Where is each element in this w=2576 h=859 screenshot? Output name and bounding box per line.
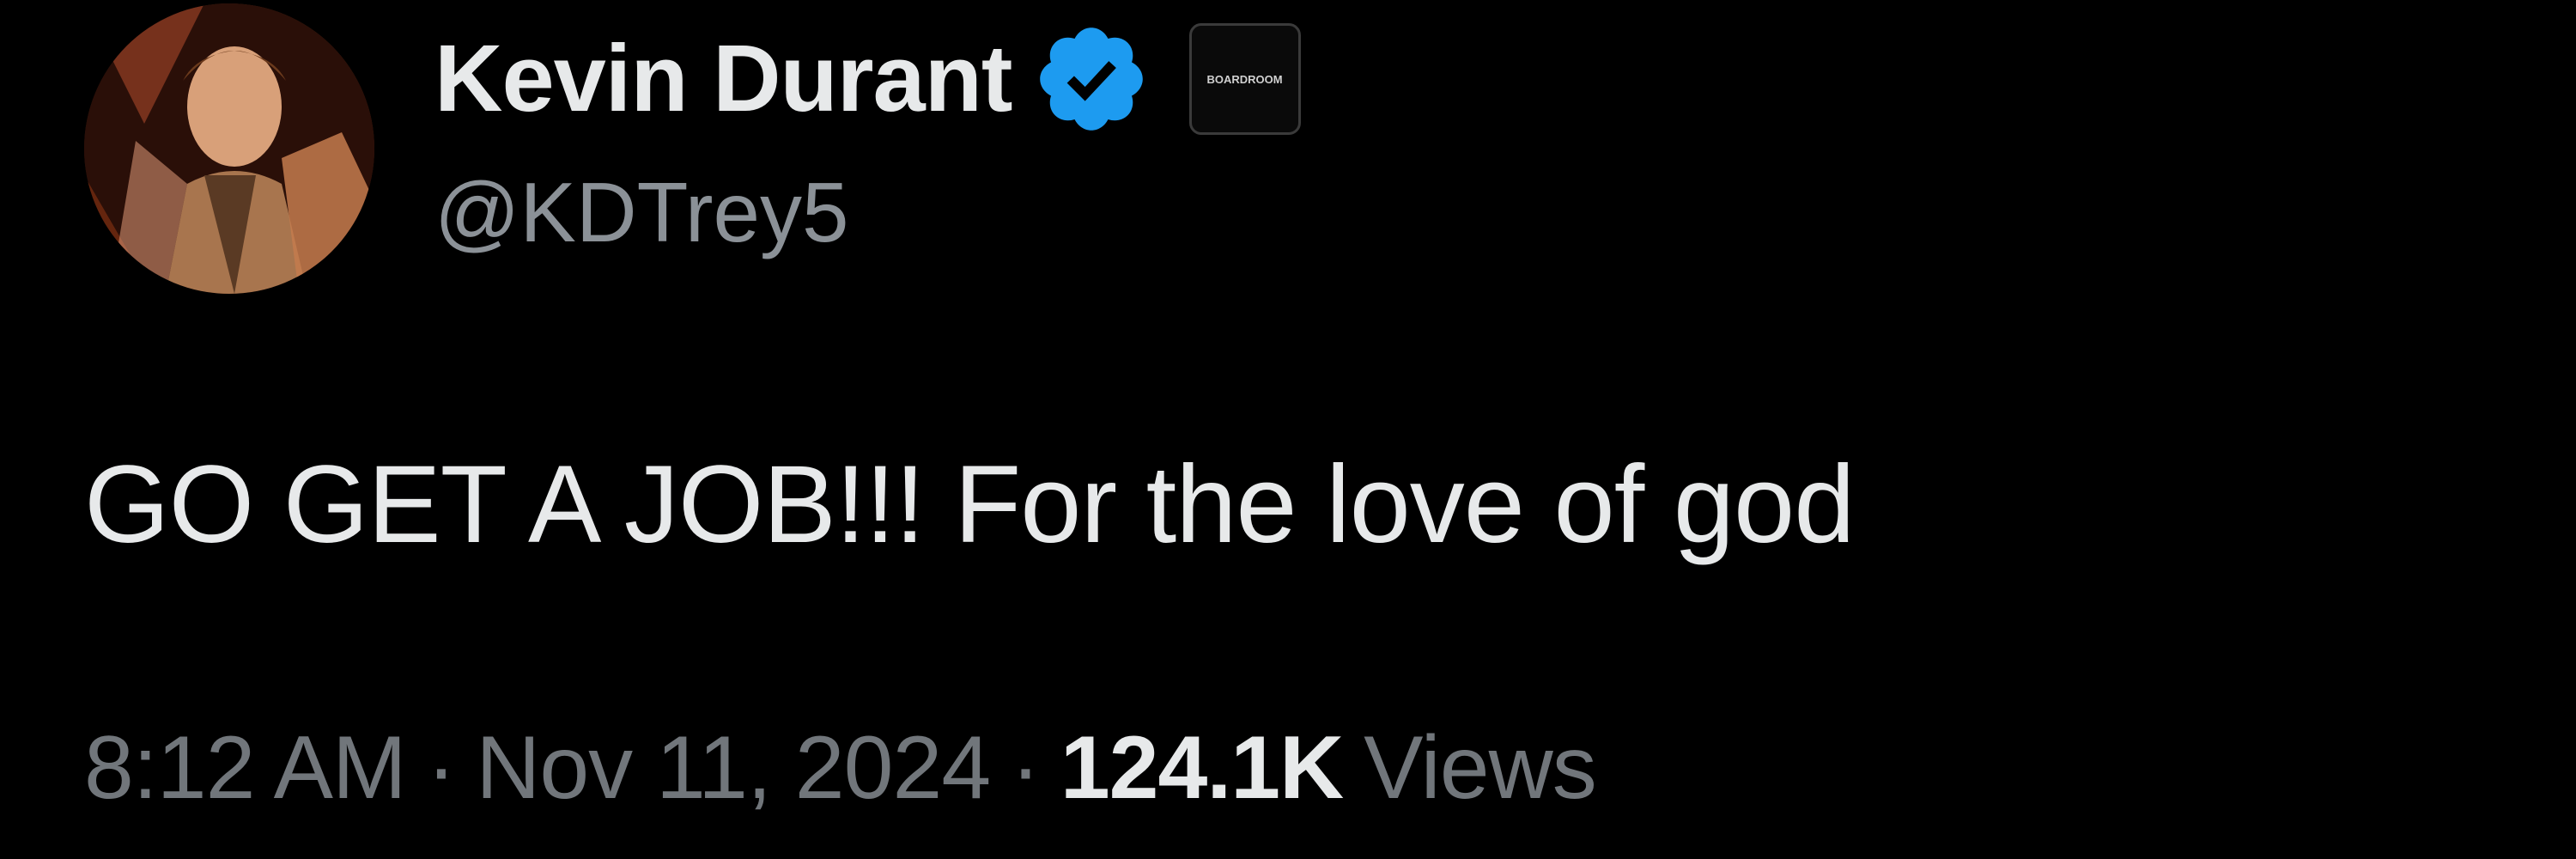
author-name-row: Kevin Durant BOARDROOM [434, 19, 1301, 139]
tweet-card: Kevin Durant BOARDROOM @KDTrey5 GO GET A… [0, 0, 2576, 859]
views-label[interactable]: Views [1364, 723, 1597, 813]
tweet-meta: 8:12 AM · Nov 11, 2024 · 124.1K Views [84, 718, 1597, 818]
meta-separator: · [426, 718, 457, 818]
affiliate-badge[interactable]: BOARDROOM [1188, 23, 1301, 135]
tweet-date[interactable]: Nov 11, 2024 [476, 723, 991, 813]
tweet-time[interactable]: 8:12 AM [84, 723, 407, 813]
verified-badge-icon[interactable] [1031, 19, 1151, 139]
views-count[interactable]: 124.1K [1060, 723, 1344, 813]
affiliate-badge-logo: BOARDROOM [1206, 72, 1283, 86]
meta-separator: · [1011, 718, 1041, 818]
tweet-text: GO GET A JOB!!! For the love of god [84, 443, 1855, 566]
avatar[interactable] [84, 3, 374, 294]
author-handle[interactable]: @KDTrey5 [434, 170, 849, 254]
author-display-name[interactable]: Kevin Durant [434, 32, 1013, 126]
avatar-image [84, 3, 374, 294]
